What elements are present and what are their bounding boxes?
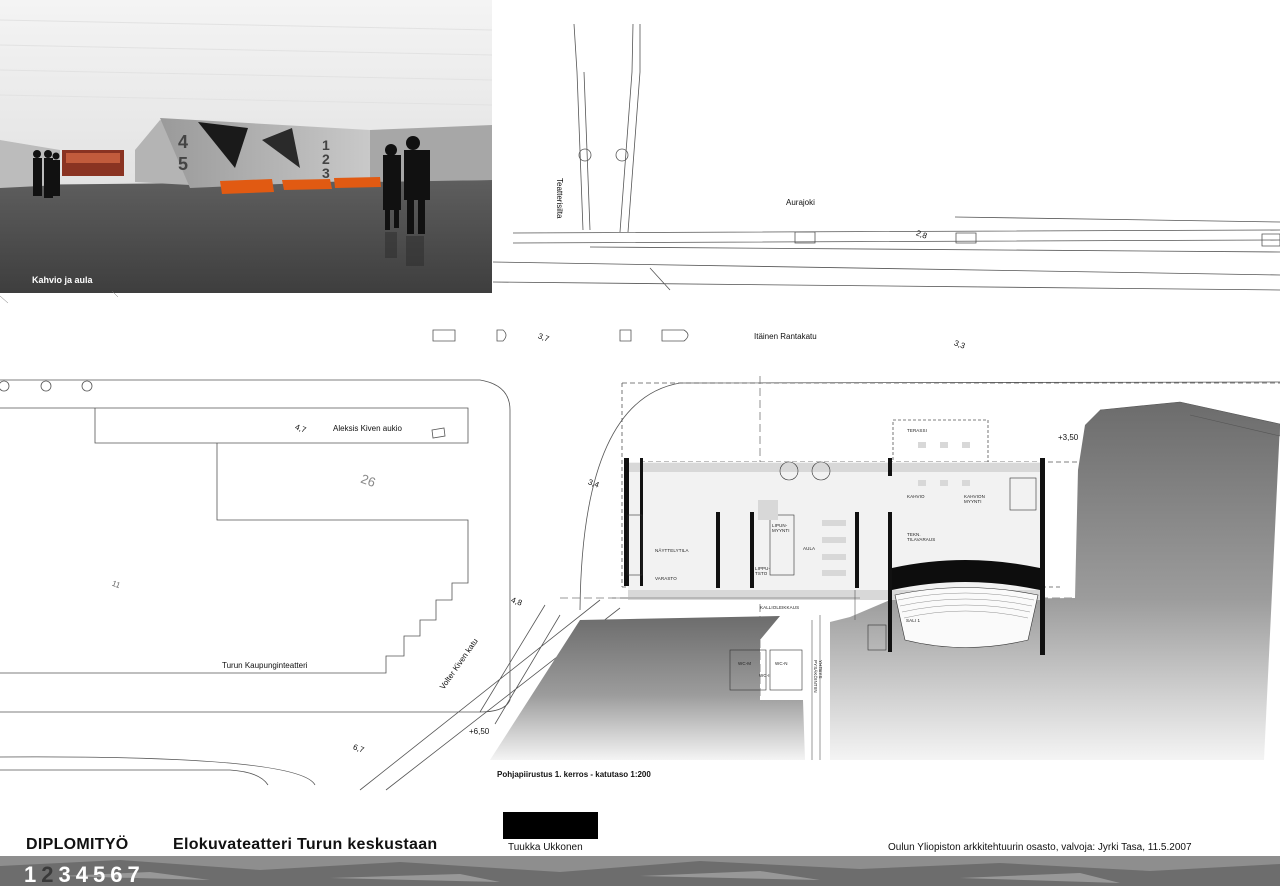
room-terrace: TERASSI [907,428,927,433]
page-link-1[interactable]: 1 [24,864,36,886]
room-wc-men: WC-N [775,661,788,666]
room-ticket-sales: LIPUN- MYYNTI [772,523,790,533]
river-label: Aurajoki [786,198,815,207]
page-link-2-current[interactable]: 2 [41,864,53,886]
room-wc-women: WC-M [738,661,752,666]
footer-label: DIPLOMITYÖ [26,836,129,853]
level-6-50: +6,50 [469,727,490,736]
page-link-7[interactable]: 7 [128,864,140,886]
room-ticket-office: LIPPU- TSTO [755,566,771,576]
page-navigation: 1 2 3 4 5 6 7 [24,864,140,886]
page-link-5[interactable]: 5 [93,864,105,886]
room-lobby: AULA [803,546,816,551]
redaction-box [503,812,598,839]
stone-texture-strip [0,856,1280,886]
room-cafe-sales: KAHVION MYYNTI [964,494,985,504]
room-wc-inv: WC-I [759,673,770,678]
project-title: Elokuvateatteri Turun keskustaan [173,836,438,853]
room-storage: VARASTO [655,576,677,581]
street-main-label: Itäinen Rantakatu [754,332,817,341]
room-service-corridor: YHTEYS PYSÄKÖINTIIN [813,660,823,693]
credit-line: Oulun Yliopiston arkkitehtuurin osasto, … [888,842,1192,853]
room-exhibition: NÄYTTELYTILA [655,548,689,553]
presentation-board: 4 5 1 2 3 Kahvio ja aula Aurajoki Teatte… [0,0,1280,886]
floor-plan [0,23,1280,791]
page-link-6[interactable]: 6 [110,864,122,886]
room-hall: SALI 1 [906,618,921,623]
page-link-4[interactable]: 4 [76,864,88,886]
room-tech-storage: TEKN. TILAVARAUS [907,532,936,542]
bridge-label: Teatterisilta [555,178,564,219]
room-cafe: KAHVIO [907,494,925,499]
theatre-label: Turun Kaupunginteatteri [222,661,308,670]
square-label: Aleksis Kiven aukio [333,424,402,433]
author-name: Tuukka Ukkonen [508,842,583,853]
level-3-50: +3,50 [1058,433,1079,442]
plan-title: Pohjapiirustus 1. kerros - katutaso 1:20… [497,770,651,779]
room-rock-passage: KALLIOLEIKKAUS [760,605,800,610]
page-link-3[interactable]: 3 [59,864,71,886]
